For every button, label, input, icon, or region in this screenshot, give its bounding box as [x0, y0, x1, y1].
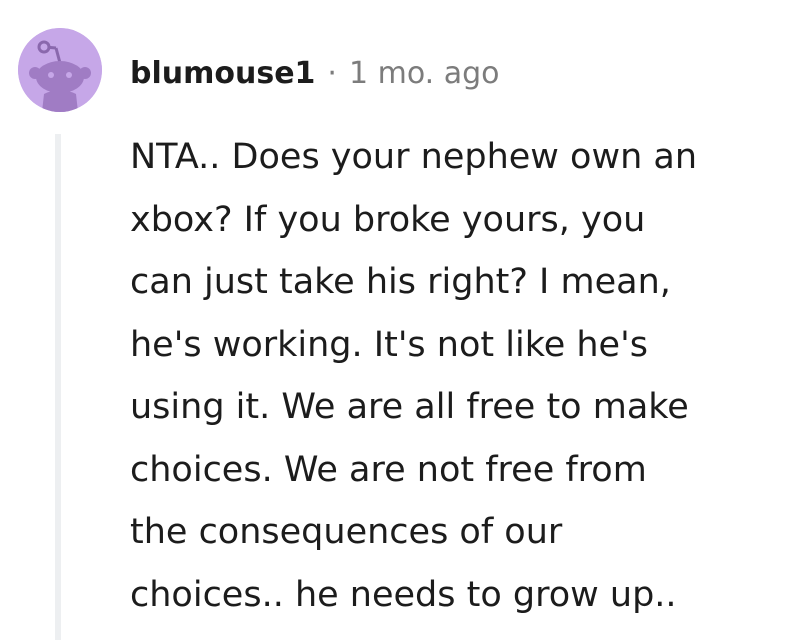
comment-body-line: choices.. he needs to grow up..: [130, 574, 677, 615]
separator-dot: ·: [327, 55, 337, 91]
username-link[interactable]: blumouse1: [130, 56, 315, 91]
comment-body-line: he's working. It's not like he's: [130, 324, 648, 365]
comment-body: NTA.. Does your nephew own an xbox? If y…: [130, 126, 790, 626]
snoo-avatar-icon: [18, 28, 102, 112]
comment-body-line: choices. We are not free from: [130, 449, 647, 490]
comment-body-line: can just take his right? I mean,: [130, 262, 671, 302]
comment-body-line: xbox? If you broke yours, you: [130, 199, 646, 240]
comment-meta: blumouse1 · 1 mo. ago: [130, 51, 500, 95]
comment-body-line: NTA.. Does your nephew own an: [130, 137, 698, 177]
comment-body-line: using it. We are all free to make: [130, 387, 689, 427]
user-avatar[interactable]: [18, 28, 102, 112]
comment: blumouse1 · 1 mo. ago NTA.. Does your ne…: [0, 0, 803, 640]
thread-collapse-line[interactable]: [55, 134, 61, 640]
comment-body-line: the consequences of our: [130, 512, 563, 552]
comment-timestamp[interactable]: 1 mo. ago: [349, 56, 500, 91]
